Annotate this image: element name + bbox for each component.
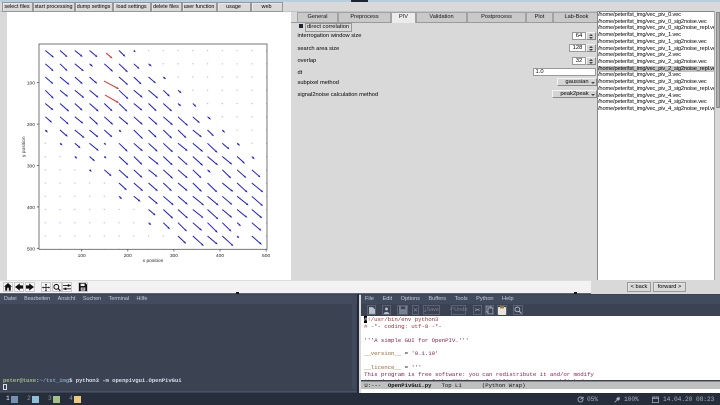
svg-text:100: 100	[27, 81, 35, 87]
svg-text:400: 400	[27, 205, 35, 211]
svg-text:200: 200	[124, 253, 132, 259]
svg-text:x position: x position	[143, 258, 164, 264]
svg-text:300: 300	[170, 253, 178, 259]
svg-text:400: 400	[216, 253, 224, 259]
svg-text:500: 500	[27, 246, 35, 252]
svg-text:300: 300	[27, 164, 35, 170]
svg-text:100: 100	[78, 253, 86, 259]
svg-text:y position: y position	[21, 136, 27, 157]
svg-text:200: 200	[27, 122, 35, 128]
svg-text:500: 500	[262, 253, 270, 259]
